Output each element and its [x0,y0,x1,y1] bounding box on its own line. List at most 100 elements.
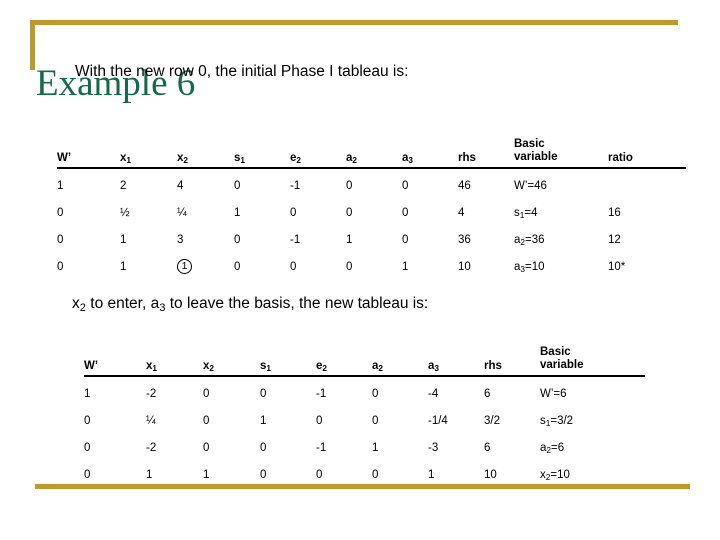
table-cell: 46 [458,179,471,192]
table-row: 1 -2 0 0 -1 0 -4 6 W’=6 [84,376,645,407]
table-header-row: W’ x1 x2 s1 e2 a2 a3 rhs Basic variable r… [57,122,686,168]
table-row: 0 1 1 0 0 0 1 10 a3=10 10* [57,253,686,280]
table-cell: 1 [402,260,409,273]
ratio-cell: 12 [608,233,621,246]
table-cell: 1 [57,179,64,192]
table-cell: 0 [84,441,91,454]
table-cell: 1 [346,233,353,246]
column-header-a2: a2 [346,152,358,166]
table-cell: 0 [290,206,297,219]
basic-variable-cell: s1=3/2 [540,414,574,428]
table-cell: 1 [428,468,435,481]
table-cell: 0 [402,206,409,219]
column-header-a3: a3 [402,152,414,166]
table-cell: 3/2 [484,414,500,427]
table-cell: 6 [484,387,491,400]
table-cell: 0 [402,179,409,192]
table-cell: 0 [234,260,241,273]
basic-variable-cell: x2=10 [540,468,570,482]
table-row: 0 1 3 0 -1 1 0 36 a2=36 12 [57,226,686,253]
basic-variable-cell: a2=6 [540,441,565,455]
table-cell: -1 [290,179,301,192]
table-cell: 1 [120,260,127,273]
table-cell: 6 [484,441,491,454]
basic-variable-cell: s1=4 [514,206,538,220]
table-header-row: W’ x1 x2 s1 e2 a2 a3 rhs Basic variable [84,330,645,376]
table-cell: 0 [316,468,323,481]
table-cell: 0 [372,468,379,481]
column-header-x1: x1 [146,360,158,374]
column-header-w: W’ [84,360,99,372]
column-header-rhs: rhs [484,360,502,372]
table-cell: ¼ [177,206,187,219]
table-cell: 0 [346,179,353,192]
table-row: 0 ¼ 0 1 0 0 -1/4 3/2 s1=3/2 [84,407,645,434]
table-cell: 0 [57,233,64,246]
column-header-x2: x2 [203,360,215,374]
accent-rule-top-horizontal [30,20,678,25]
table-cell: -2 [146,387,157,400]
table-cell: 4 [458,206,465,219]
table-cell: -2 [146,441,157,454]
table-cell: -3 [428,441,439,454]
table-cell: 10 [484,468,497,481]
table-cell: 1 [372,441,379,454]
table-cell: 2 [120,179,127,192]
ratio-cell [608,168,686,199]
column-header-x1: x1 [120,152,132,166]
table-cell: -4 [428,387,439,400]
basic-variable-cell: a3=10 [514,260,545,274]
column-header-basic-variable: Basic variable [514,138,558,163]
pivot-element: 1 [177,259,192,274]
table-cell: 0 [203,441,210,454]
table-cell: 1 [146,468,153,481]
table-cell: 1 [234,206,241,219]
table-cell: 3 [177,233,184,246]
column-header-ratio: ratio [608,152,633,164]
column-header-s1: s1 [260,360,272,374]
ratio-cell: 16 [608,206,621,219]
table-row: 1 2 4 0 -1 0 0 46 W’=46 [57,168,686,199]
table-cell: 0 [372,387,379,400]
table-cell: 0 [316,414,323,427]
pivot-description-text: x2 to enter, a3 to leave the basis, the … [72,295,429,315]
column-header-x2: x2 [177,152,189,166]
column-header-a2: a2 [372,360,384,374]
table-cell: -1 [316,441,327,454]
table-cell: 0 [260,387,267,400]
table-cell: 1 [260,414,267,427]
table-cell: 1 [203,468,210,481]
basic-variable-cell: a2=36 [514,233,545,247]
table-row: 0 -2 0 0 -1 1 -3 6 a2=6 [84,434,645,461]
table-cell: 1 [84,387,91,400]
table-row: 0 ½ ¼ 1 0 0 0 4 s1=4 16 [57,199,686,226]
column-header-rhs: rhs [458,152,476,164]
table-body: 1 2 4 0 -1 0 0 46 W’=46 0 ½ ¼ 1 0 0 0 4 s1=4 16 0 1 3 0 -1 1 0 36 a… [57,168,686,280]
table-cell: ¼ [146,414,156,427]
table-cell: 0 [203,414,210,427]
table-cell: -1 [316,387,327,400]
table-cell: 1 [120,233,127,246]
accent-rule-top-vertical [30,20,35,70]
column-header-basic-variable: Basic variable [540,346,584,371]
table-body: 1 -2 0 0 -1 0 -4 6 W’=6 0 ¼ 0 1 0 0 -1/4 3/2 s1=3/2 0 -2 0 0-… [84,376,645,488]
initial-phase-i-tableau: W’ x1 x2 s1 e2 a2 a3 rhs Basic variable r… [57,122,686,280]
table-cell: 0 [84,414,91,427]
basic-variable-cell: W’=6 [540,387,567,400]
ratio-cell: 10* [608,260,626,273]
table-cell: -1/4 [428,414,448,427]
column-header-e2: e2 [290,152,302,166]
table-cell: 0 [402,233,409,246]
table-row: 0 1 1 0 0 0 1 10 x2=10 [84,461,645,488]
table-cell: 0 [57,260,64,273]
table-cell: 0 [84,468,91,481]
table-cell: 0 [234,233,241,246]
table-cell: 0 [260,441,267,454]
table-cell: ½ [120,206,130,219]
column-header-e2: e2 [316,360,328,374]
table-cell: 0 [234,179,241,192]
table-cell: 0 [290,260,297,273]
table-cell: 0 [57,206,64,219]
table-cell: 0 [203,387,210,400]
table-cell: 0 [372,414,379,427]
